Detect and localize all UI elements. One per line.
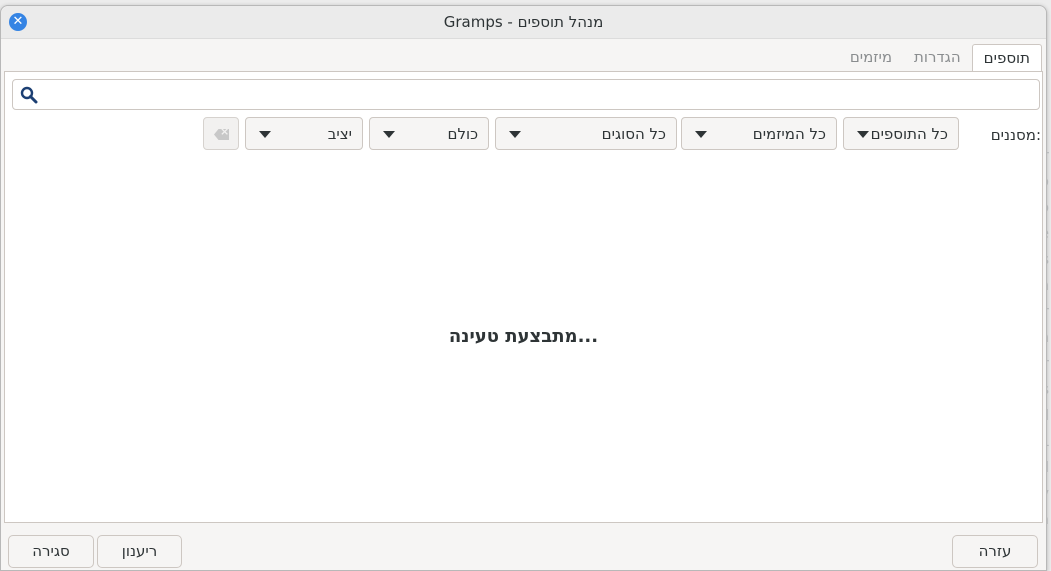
audience-filter-value: כולם [447, 125, 479, 143]
tab-settings[interactable]: הגדרות [903, 44, 972, 71]
types-filter-value: כל הסוגים [601, 125, 666, 143]
filter-bar: מסננים: כל התוספים כל המיזמים כל הסוגים … [5, 117, 1042, 152]
plugins-filter-select[interactable]: כל התוספים [843, 117, 959, 150]
tab-bar: תוספים הגדרות מיזמים [839, 44, 1042, 72]
loading-message: מתבצעת טעינה... [448, 326, 599, 347]
clear-filters-button[interactable] [203, 117, 239, 150]
chevron-down-icon [695, 131, 707, 138]
projects-filter-select[interactable]: כל המיזמים [681, 117, 837, 150]
plugins-panel: מסננים: כל התוספים כל המיזמים כל הסוגים … [4, 71, 1043, 523]
chevron-down-icon [259, 131, 271, 138]
search-input[interactable] [12, 79, 1040, 110]
chevron-down-icon [857, 131, 869, 138]
tab-projects[interactable]: מיזמים [839, 44, 903, 71]
chevron-down-icon [383, 131, 395, 138]
window-title: Gramps - מנהל תוספים [443, 13, 604, 31]
search-icon [20, 86, 38, 104]
status-filter-value: יציב [327, 125, 352, 143]
clear-icon [214, 129, 229, 140]
chevron-down-icon [509, 131, 521, 138]
types-filter-select[interactable]: כל הסוגים [495, 117, 677, 150]
titlebar: ✕ Gramps - מנהל תוספים [1, 6, 1046, 39]
plugins-filter-value: כל התוספים [870, 125, 948, 143]
status-filter-select[interactable]: יציב [245, 117, 363, 150]
help-button[interactable]: עזרה [952, 535, 1038, 568]
refresh-button[interactable]: ריענון [97, 535, 182, 568]
filters-label: מסננים: [990, 126, 1041, 144]
close-button[interactable]: סגירה [8, 535, 94, 568]
projects-filter-value: כל המיזמים [752, 125, 826, 143]
tab-plugins[interactable]: תוספים [971, 44, 1042, 72]
audience-filter-select[interactable]: כולם [369, 117, 489, 150]
plugin-manager-dialog: ✕ Gramps - מנהל תוספים תוספים הגדרות מיז… [0, 5, 1047, 571]
